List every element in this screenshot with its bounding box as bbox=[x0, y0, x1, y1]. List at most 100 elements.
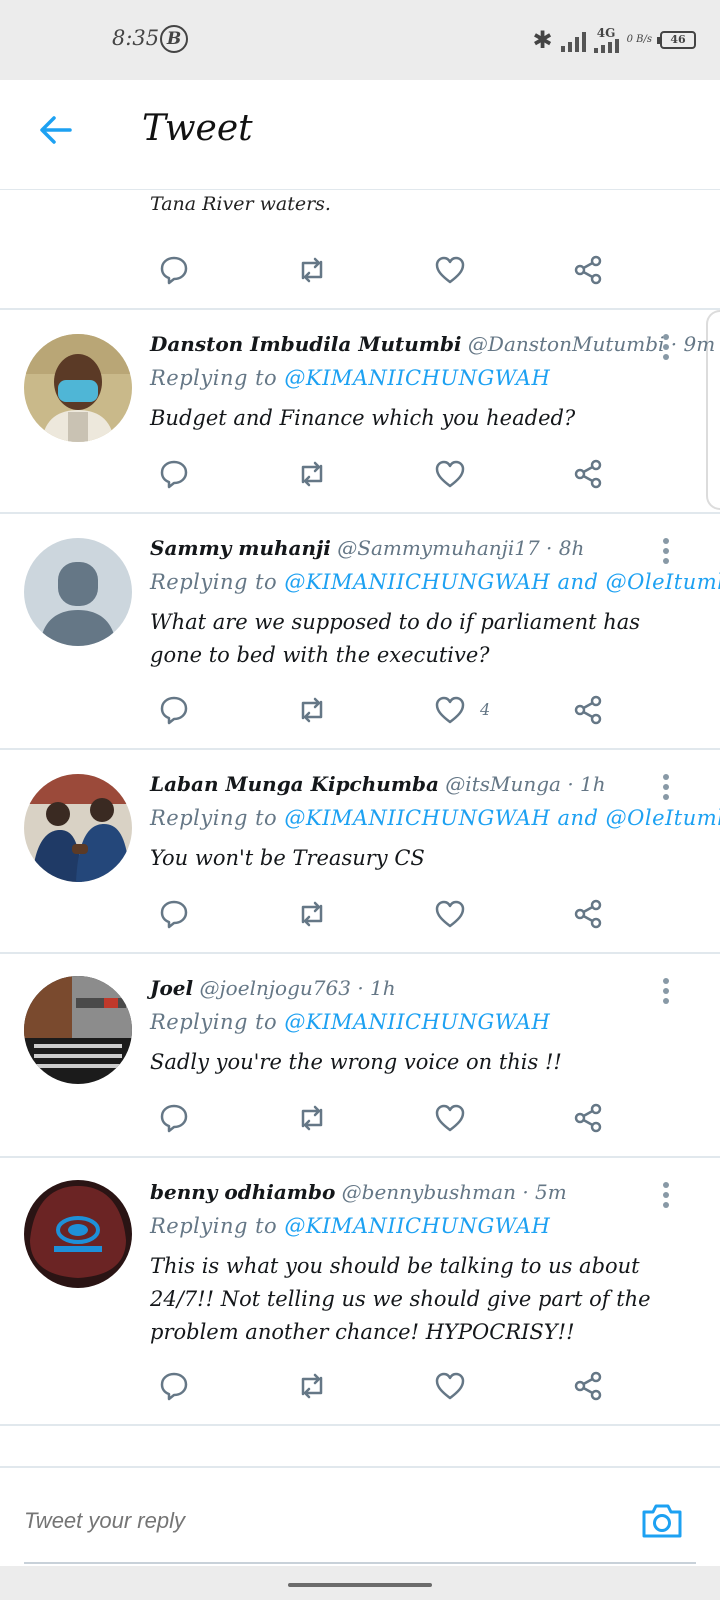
share-button[interactable] bbox=[568, 1098, 608, 1138]
tweet-text: This is what you should be talking to us… bbox=[150, 1254, 651, 1344]
avatar-photo bbox=[24, 976, 132, 1084]
app-header: Tweet bbox=[0, 80, 720, 190]
replying-prefix: Replying to bbox=[150, 1214, 278, 1238]
more-options-button[interactable] bbox=[660, 334, 672, 364]
divider bbox=[0, 1424, 720, 1426]
default-avatar-icon bbox=[24, 538, 132, 646]
like-button[interactable] bbox=[430, 1366, 470, 1406]
share-icon bbox=[574, 255, 602, 285]
reply-input[interactable] bbox=[24, 1508, 316, 1534]
avatar[interactable] bbox=[24, 976, 132, 1084]
system-nav-bar bbox=[0, 1566, 720, 1600]
author-name[interactable]: benny odhiambo bbox=[150, 1180, 335, 1204]
author-handle[interactable]: @joelnjogu763 bbox=[199, 976, 350, 1000]
retweet-icon bbox=[301, 1105, 323, 1131]
share-icon bbox=[574, 1103, 602, 1133]
status-icons: ✱ 4G 0 B/s 46 bbox=[533, 22, 696, 58]
like-button[interactable] bbox=[430, 250, 470, 290]
retweet-icon bbox=[301, 257, 323, 283]
author-name[interactable]: Joel bbox=[150, 976, 193, 1000]
retweet-icon bbox=[301, 901, 323, 927]
network-indicator: 4G bbox=[593, 26, 619, 53]
tweet-text: You won't be Treasury CS bbox=[150, 846, 425, 870]
like-button[interactable] bbox=[430, 690, 470, 730]
tweet-time: · 8h bbox=[546, 536, 585, 560]
mention-link[interactable]: @KIMANIICHUNGWAH bbox=[284, 1214, 550, 1238]
mention-link[interactable]: @OleItumbi bbox=[606, 570, 720, 594]
share-button[interactable] bbox=[568, 454, 608, 494]
tweet-header: Danston Imbudila Mutumbi @DanstonMutumbi… bbox=[150, 332, 715, 356]
avatar[interactable] bbox=[24, 538, 132, 646]
mention-link[interactable]: @KIMANIICHUNGWAH bbox=[284, 570, 550, 594]
avatar[interactable] bbox=[24, 1180, 132, 1288]
reply-button[interactable] bbox=[154, 1098, 194, 1138]
action-bar bbox=[150, 250, 620, 290]
replying-to: Replying to @KIMANIICHUNGWAH and @OleItu… bbox=[150, 806, 720, 830]
data-speed: 0 B/s bbox=[626, 34, 652, 45]
signal-icon-2 bbox=[593, 39, 619, 53]
replying-prefix: Replying to bbox=[150, 806, 278, 830]
more-options-button[interactable] bbox=[660, 538, 672, 568]
mention-link[interactable]: @KIMANIICHUNGWAH bbox=[284, 806, 550, 830]
more-options-button[interactable] bbox=[660, 1182, 672, 1212]
retweet-button[interactable] bbox=[292, 894, 332, 934]
tweet-header: benny odhiambo @bennybushman · 5m bbox=[150, 1180, 567, 1204]
tweet-text: Sadly you're the wrong voice on this !! bbox=[150, 1050, 562, 1074]
home-gesture-bar[interactable] bbox=[288, 1583, 432, 1587]
reply-button[interactable] bbox=[154, 250, 194, 290]
divider bbox=[0, 308, 720, 310]
share-button[interactable] bbox=[568, 250, 608, 290]
more-options-button[interactable] bbox=[660, 774, 672, 804]
camera-button[interactable] bbox=[640, 1498, 684, 1542]
share-button[interactable] bbox=[568, 894, 608, 934]
mention-link[interactable]: @KIMANIICHUNGWAH bbox=[284, 1010, 550, 1034]
reply-icon bbox=[160, 900, 188, 929]
author-handle[interactable]: @Sammymuhanji17 bbox=[337, 536, 539, 560]
divider bbox=[0, 952, 720, 954]
reply-composer bbox=[0, 1466, 720, 1566]
tweet-header: Sammy muhanji @Sammymuhanji17 · 8h bbox=[150, 536, 584, 560]
retweet-button[interactable] bbox=[292, 454, 332, 494]
action-bar bbox=[150, 454, 620, 494]
author-name[interactable]: Danston Imbudila Mutumbi bbox=[150, 332, 462, 356]
network-type: 4G bbox=[596, 26, 616, 40]
reply-button[interactable] bbox=[154, 1366, 194, 1406]
heart-icon bbox=[435, 900, 465, 928]
share-button[interactable] bbox=[568, 1366, 608, 1406]
author-name[interactable]: Laban Munga Kipchumba bbox=[150, 772, 439, 796]
more-options-button[interactable] bbox=[660, 978, 672, 1008]
retweet-button[interactable] bbox=[292, 690, 332, 730]
mention-link[interactable]: @OleItumbi bbox=[606, 806, 720, 830]
author-handle[interactable]: @DanstonMutumbi bbox=[468, 332, 665, 356]
action-bar bbox=[150, 894, 620, 934]
reply-button[interactable] bbox=[154, 690, 194, 730]
like-button[interactable] bbox=[430, 454, 470, 494]
avatar[interactable] bbox=[24, 774, 132, 882]
reply-button[interactable] bbox=[154, 894, 194, 934]
scrolled-tweet-text: Tana River waters. bbox=[150, 188, 331, 221]
avatar[interactable] bbox=[24, 334, 132, 442]
like-button[interactable] bbox=[430, 894, 470, 934]
share-button[interactable] bbox=[568, 690, 608, 730]
b-badge-icon: B bbox=[160, 25, 188, 53]
author-name[interactable]: Sammy muhanji bbox=[150, 536, 331, 560]
author-handle[interactable]: @bennybushman bbox=[342, 1180, 516, 1204]
heart-icon bbox=[435, 460, 465, 488]
retweet-button[interactable] bbox=[292, 250, 332, 290]
avatar-photo bbox=[24, 1180, 132, 1288]
replying-prefix: Replying to bbox=[150, 570, 278, 594]
retweet-icon bbox=[301, 461, 323, 487]
back-button[interactable] bbox=[36, 110, 76, 150]
signal-icon bbox=[560, 28, 586, 52]
avatar-photo bbox=[24, 334, 132, 442]
replying-prefix: Replying to bbox=[150, 366, 278, 390]
like-button[interactable] bbox=[430, 1098, 470, 1138]
tweet-text: Budget and Finance which you headed? bbox=[150, 406, 576, 430]
reply-icon bbox=[160, 460, 188, 489]
retweet-button[interactable] bbox=[292, 1366, 332, 1406]
retweet-button[interactable] bbox=[292, 1098, 332, 1138]
tweet-time: · 5m bbox=[522, 1180, 567, 1204]
author-handle[interactable]: @itsMunga bbox=[445, 772, 561, 796]
mention-link[interactable]: @KIMANIICHUNGWAH bbox=[284, 366, 550, 390]
reply-button[interactable] bbox=[154, 454, 194, 494]
